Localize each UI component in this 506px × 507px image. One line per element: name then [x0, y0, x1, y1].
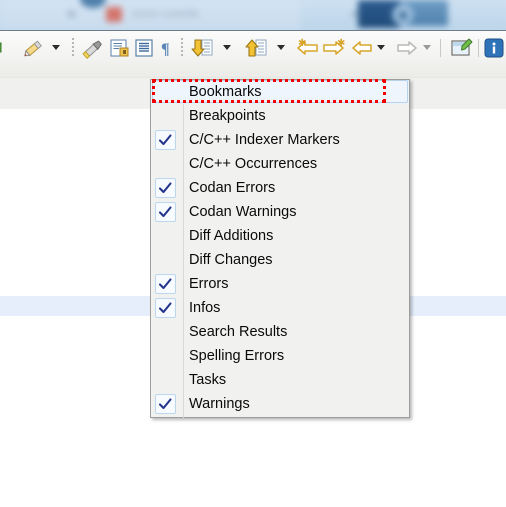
svg-text:✱: ✱	[298, 38, 306, 49]
blurred-window-title-strip: nnnn-comtle	[0, 0, 506, 31]
pilcrow-icon[interactable]: ¶	[157, 34, 177, 62]
toggle-block-selection-icon[interactable]	[108, 34, 132, 62]
editor-toolbar: ¶ ✱ ✱	[0, 31, 506, 78]
menu-item-label: Codan Warnings	[189, 204, 297, 220]
menu-item-label: Bookmarks	[189, 84, 262, 100]
pencil-marker-icon[interactable]	[22, 34, 46, 62]
svg-text:¶: ¶	[161, 41, 170, 58]
menu-item-tasks[interactable]: Tasks	[151, 368, 409, 392]
svg-text:✱: ✱	[337, 38, 345, 49]
menu-item-label: Diff Changes	[189, 252, 273, 268]
title-small-mark-left	[68, 11, 75, 17]
blurred-title-text: nnnn-comtle	[132, 8, 200, 20]
marker-filter-menu[interactable]: Bookmarks Breakpoints C/C++ Indexer Marker…	[150, 79, 410, 418]
menu-item-breakpoints[interactable]: Breakpoints	[151, 104, 409, 128]
checkmark-icon[interactable]	[155, 394, 176, 414]
menu-item-codan-errors[interactable]: Codan Errors	[151, 176, 409, 200]
menu-item-label: Codan Errors	[189, 180, 276, 196]
checkmark-icon[interactable]	[155, 202, 176, 222]
menu-item-label: Breakpoints	[189, 108, 266, 124]
menu-item-c-c-indexer-markers[interactable]: C/C++ Indexer Markers	[151, 128, 409, 152]
back-navigation-icon[interactable]	[350, 34, 374, 62]
highlight-pen-icon[interactable]	[82, 34, 106, 62]
next-annotation-dropdown-arrow[interactable]	[223, 45, 231, 50]
menu-item-warnings[interactable]: Warnings	[151, 392, 409, 416]
previous-annotation-icon[interactable]	[244, 34, 270, 62]
separator-line-2	[478, 39, 479, 57]
cutoff-icon[interactable]	[0, 34, 6, 62]
menu-item-diff-changes[interactable]: Diff Changes	[151, 248, 409, 272]
menu-item-search-results[interactable]: Search Results	[151, 320, 409, 344]
new-editor-window-icon[interactable]	[448, 34, 474, 62]
separator-grip-1	[72, 38, 75, 58]
previous-annotation-dropdown-arrow[interactable]	[277, 45, 285, 50]
menu-item-label: Search Results	[189, 324, 288, 340]
menu-item-label: C/C++ Indexer Markers	[189, 132, 340, 148]
menu-item-label: Spelling Errors	[189, 348, 285, 364]
menu-item-errors[interactable]: Errors	[151, 272, 409, 296]
checkmark-icon[interactable]	[155, 178, 176, 198]
forward-navigation-icon[interactable]	[396, 34, 420, 62]
toolbar-row: ¶ ✱ ✱	[0, 34, 506, 62]
menu-item-infos[interactable]: Infos	[151, 296, 409, 320]
next-annotation-icon[interactable]	[190, 34, 216, 62]
menu-item-bookmarks[interactable]: Bookmarks	[151, 80, 409, 104]
menu-item-label: Diff Additions	[189, 228, 274, 244]
forward-edit-location-icon[interactable]: ✱	[322, 34, 348, 62]
last-edit-location-icon[interactable]: ✱	[296, 34, 322, 62]
menu-item-label: Tasks	[189, 372, 227, 388]
back-navigation-dropdown-arrow[interactable]	[377, 45, 385, 50]
menu-item-c-c-occurrences[interactable]: C/C++ Occurrences	[151, 152, 409, 176]
show-whitespace-icon[interactable]	[132, 34, 156, 62]
menu-item-spelling-errors[interactable]: Spelling Errors	[151, 344, 409, 368]
checkmark-icon[interactable]	[155, 274, 176, 294]
blur-layer: nnnn-comtle	[0, 0, 506, 31]
menu-item-codan-warnings[interactable]: Codan Warnings	[151, 200, 409, 224]
checkmark-icon[interactable]	[155, 298, 176, 318]
forward-navigation-dropdown-arrow[interactable]	[423, 45, 431, 50]
menu-item-label: Infos	[189, 300, 221, 316]
menu-item-label: Errors	[189, 276, 229, 292]
title-circle-core	[399, 11, 407, 19]
menu-item-diff-additions[interactable]: Diff Additions	[151, 224, 409, 248]
checkmark-icon[interactable]	[155, 130, 176, 150]
menu-item-list: Bookmarks Breakpoints C/C++ Indexer Marker…	[151, 80, 409, 416]
menu-item-label: C/C++ Occurrences	[189, 156, 318, 172]
title-red-app-icon	[106, 7, 122, 22]
pencil-dropdown-arrow[interactable]	[52, 45, 60, 50]
menu-item-label: Warnings	[189, 396, 250, 412]
separator-grip-2	[181, 38, 184, 58]
separator-line-1	[440, 39, 441, 57]
info-icon[interactable]	[484, 34, 506, 62]
